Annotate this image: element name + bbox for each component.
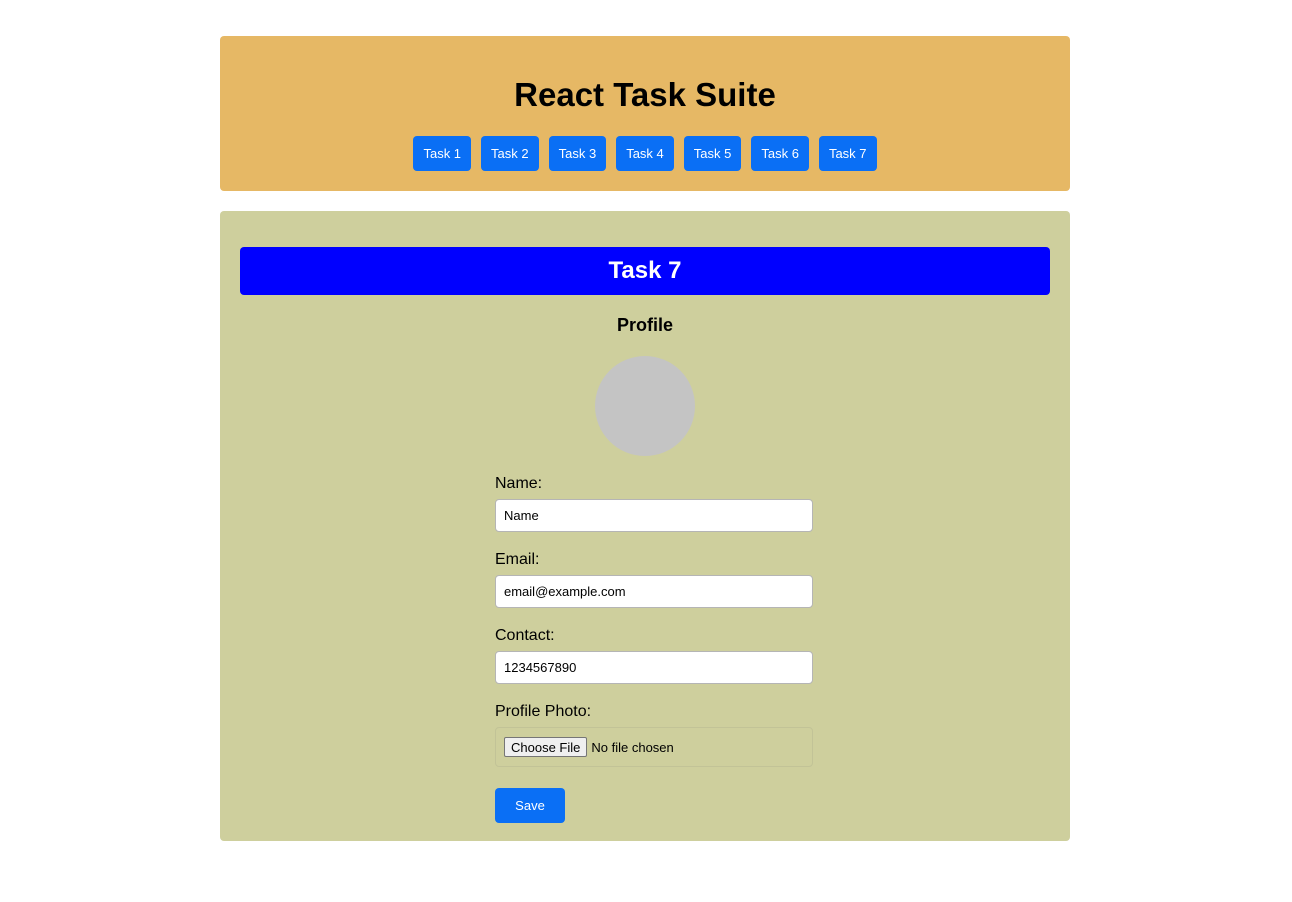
tab-task-4[interactable]: Task 4 [616, 136, 674, 171]
choose-file-button[interactable]: Choose File [504, 737, 588, 757]
tab-task-1[interactable]: Task 1 [413, 136, 472, 171]
profile-photo-input: Choose File No file chosen [495, 727, 813, 767]
app-title: React Task Suite [514, 76, 776, 113]
save-button[interactable]: Save [495, 788, 565, 823]
task-panel: Task 7 Profile Name: Email: Contact: Pro… [220, 211, 1070, 841]
task-banner: Task 7 [240, 247, 1050, 295]
name-field[interactable] [495, 499, 813, 532]
email-label: Email: [495, 551, 540, 568]
avatar-placeholder-icon [595, 356, 695, 456]
contact-label: Contact: [495, 627, 555, 644]
app-header: React Task Suite Task 1 Task 2 Task 3 Ta… [220, 36, 1070, 191]
name-label: Name: [495, 475, 543, 492]
profile-heading: Profile [616, 315, 673, 335]
tab-task-7[interactable]: Task 7 [818, 136, 877, 171]
tab-task-2[interactable]: Task 2 [481, 136, 539, 171]
file-status-text: No file chosen [591, 739, 674, 755]
profile-form: Name: Email: Contact: Profile Photo: Cho… [495, 474, 813, 823]
profile-photo-label: Profile Photo: [495, 703, 592, 720]
tab-task-5[interactable]: Task 5 [683, 136, 742, 171]
tab-task-3[interactable]: Task 3 [548, 136, 607, 171]
contact-field[interactable] [495, 651, 813, 684]
email-field[interactable] [495, 575, 813, 608]
task-nav: Task 1 Task 2 Task 3 Task 4 Task 5 Task … [220, 136, 1070, 171]
tab-task-6[interactable]: Task 6 [751, 136, 809, 171]
